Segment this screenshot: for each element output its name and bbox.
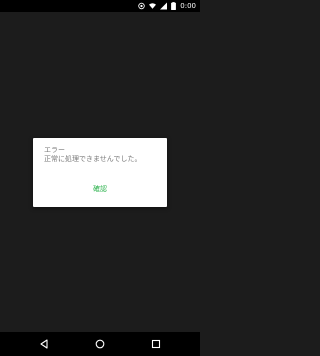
- confirm-button[interactable]: 確認: [83, 182, 117, 196]
- status-bar: 0:00: [0, 0, 200, 12]
- battery-icon: [171, 2, 177, 10]
- home-icon: [95, 339, 105, 349]
- dialog-message: 正常に処理できませんでした。: [44, 155, 142, 163]
- back-icon: [40, 339, 48, 349]
- navigation-bar: [0, 332, 200, 356]
- screen: 0:00 エラー 正常に処理できませんでした。 確認: [0, 0, 200, 356]
- wifi-icon: [149, 3, 157, 9]
- signal-icon: [160, 2, 168, 10]
- recent-apps-icon: [151, 339, 161, 349]
- home-button[interactable]: [94, 338, 106, 350]
- error-dialog: エラー 正常に処理できませんでした。 確認: [33, 138, 167, 207]
- dialog-title: エラー: [44, 146, 65, 154]
- recent-apps-button[interactable]: [150, 338, 162, 350]
- sync-icon: [138, 2, 145, 10]
- status-time: 0:00: [180, 2, 196, 10]
- back-button[interactable]: [38, 338, 50, 350]
